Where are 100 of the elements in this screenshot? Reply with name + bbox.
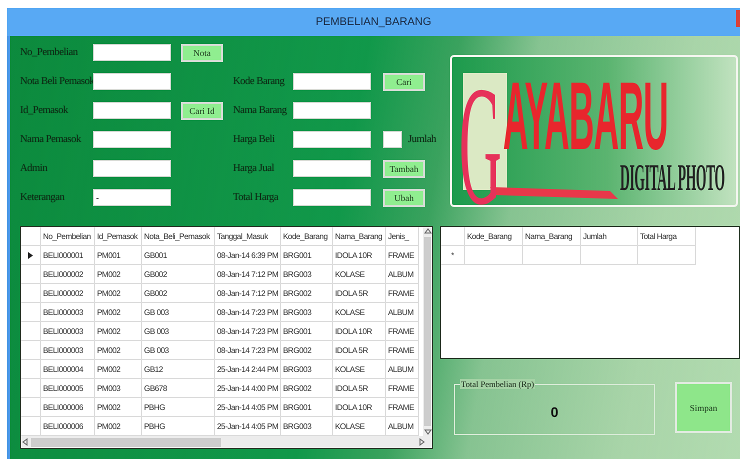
table-cell: BELI000003 [41,303,95,322]
field-label: Harga Jual [233,163,276,174]
close-button[interactable] [736,10,740,27]
input-field[interactable]: - [93,189,171,206]
vertical-scrollbar[interactable] [423,227,432,436]
table-cell: BELI000006 [41,398,95,417]
total-value: 0 [550,404,558,420]
table-cell: BRG003 [281,417,333,436]
table-cell: 08-Jan-14 7:23 PM [215,322,281,341]
input-field[interactable] [293,189,371,206]
table-cell: BELI000002 [41,265,95,284]
table-cell: KOLASE [333,417,386,436]
column-header[interactable]: Tanggal_Masuk [215,227,281,246]
table-cell: PM002 [95,417,142,436]
table-cell: BRG002 [281,341,333,360]
action-button[interactable]: Cari [383,72,425,90]
table-cell: PBHG [142,398,215,417]
table-cell: 25-Jan-14 4:05 PM [215,398,281,417]
action-button[interactable]: Tambah [383,160,425,178]
table-cell: BRG001 [281,246,333,265]
column-header[interactable]: Id_Pemasok [95,227,142,246]
table-cell[interactable] [465,246,523,265]
table-cell: 08-Jan-14 6:39 PM [215,246,281,265]
table-cell: FRAME [386,322,419,341]
input-field[interactable] [383,131,402,148]
table-cell: PM002 [95,303,142,322]
action-button[interactable]: Nota [181,44,223,62]
table-cell: GB678 [142,379,215,398]
scroll-up-icon[interactable] [424,227,432,235]
table-cell: GB002 [142,265,215,284]
input-field[interactable] [93,73,171,90]
input-field[interactable] [93,131,171,148]
table-cell: ALBUM [386,417,419,436]
scrollbar-thumb[interactable] [31,438,221,446]
table-cell: BRG002 [281,379,333,398]
table-cell: PM001 [95,246,142,265]
table-cell: GB001 [142,246,215,265]
input-field[interactable] [293,131,371,148]
field-label: Keterangan [20,192,66,203]
input-field[interactable] [93,44,171,61]
scrollbar-thumb[interactable] [424,237,431,426]
table-cell: 25-Jan-14 2:44 PM [215,360,281,379]
column-header[interactable]: No_Pembelian [41,227,95,246]
new-row-marker: * [441,246,465,265]
table-cell: BELI000004 [41,360,95,379]
table-cell: ALBUM [386,360,419,379]
scroll-down-icon[interactable] [424,428,432,436]
table-cell[interactable] [638,246,696,265]
input-field[interactable] [293,73,371,90]
table-cell: GB 003 [142,322,215,341]
table-cell: PM003 [95,379,142,398]
action-button[interactable]: Cari Id [181,102,223,120]
table-cell: 25-Jan-14 4:05 PM [215,417,281,436]
table-cell: BELI000006 [41,417,95,436]
table-cell: 08-Jan-14 7:23 PM [215,303,281,322]
action-button[interactable]: Ubah [383,188,425,206]
input-field[interactable] [293,160,371,177]
table-cell: KOLASE [333,303,386,322]
table-cell: IDOLA 5R [333,341,386,360]
table-cell: GB 003 [142,303,215,322]
table-cell[interactable] [523,246,581,265]
table-cell: BRG003 [281,360,333,379]
table-cell: BELI000001 [41,246,95,265]
table-cell: KOLASE [333,360,386,379]
table-cell: FRAME [386,284,419,303]
input-field[interactable] [293,102,371,119]
column-header[interactable]: Nota_Beli_Pemasok [142,227,215,246]
field-label: No_Pembelian [20,47,79,58]
field-label: Kode Barang [233,76,286,87]
input-field[interactable] [93,160,171,177]
table-cell: GB12 [142,360,215,379]
table-cell: FRAME [386,341,419,360]
table-cell: BRG002 [281,284,333,303]
table-cell: PM002 [95,360,142,379]
table-cell[interactable] [581,246,638,265]
table-cell: BRG001 [281,322,333,341]
row-selector[interactable] [21,246,41,265]
scroll-right-icon[interactable] [418,438,426,446]
table-cell: 08-Jan-14 7:12 PM [215,284,281,303]
field-label: Total Harga [233,192,280,203]
column-header[interactable]: Jumlah [581,227,638,246]
table-cell: FRAME [386,379,419,398]
field-label: Nama Barang [233,105,288,116]
column-header[interactable]: Total Harga [638,227,696,246]
logo-tagline: DIGITAL PHOTO [620,159,725,197]
save-button[interactable]: Simpan [675,382,732,433]
table-cell: 08-Jan-14 7:12 PM [215,265,281,284]
column-header[interactable]: Jenis_ [386,227,419,246]
table-cell: 08-Jan-14 7:23 PM [215,341,281,360]
scroll-left-icon[interactable] [21,438,29,446]
table-cell: FRAME [386,398,419,417]
column-header[interactable]: Kode_Barang [281,227,333,246]
input-field[interactable] [93,102,171,119]
field-label: Id_Pemasok [20,105,70,116]
column-header[interactable]: Nama_Barang [333,227,386,246]
field-label: Nota Beli Pemasok [20,76,93,87]
column-header[interactable]: Nama_Barang [523,227,581,246]
table-cell: 25-Jan-14 4:00 PM [215,379,281,398]
horizontal-scrollbar[interactable] [21,436,432,448]
table-cell: FRAME [386,246,419,265]
